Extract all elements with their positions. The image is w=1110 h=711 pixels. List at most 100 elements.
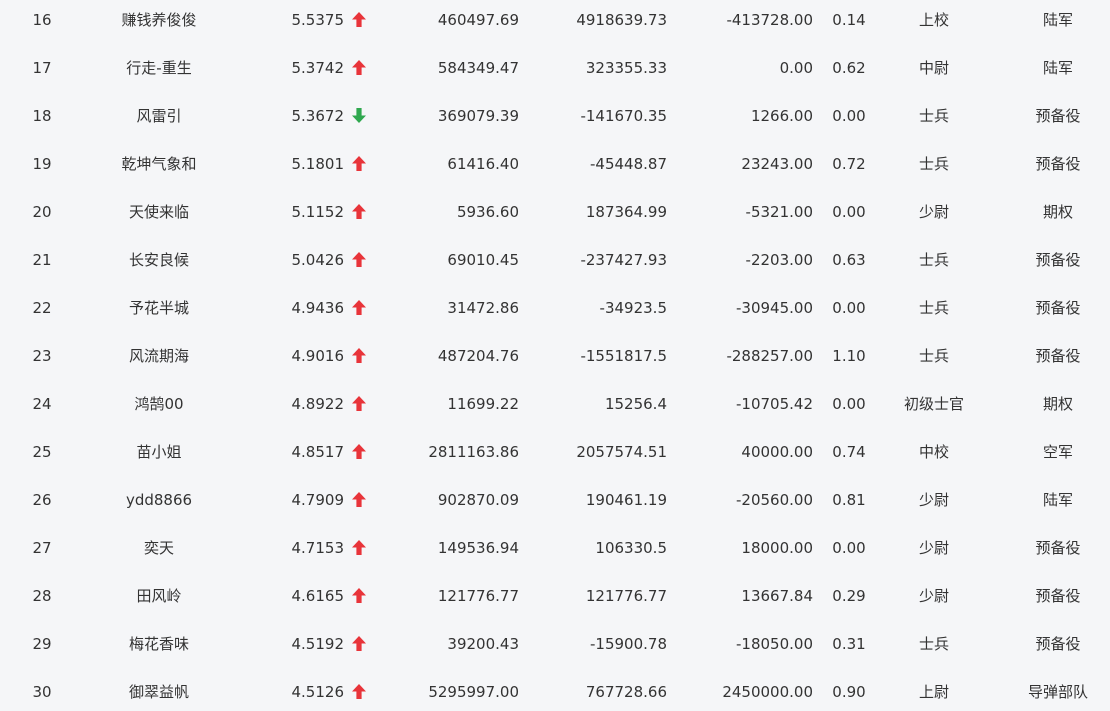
name-cell[interactable]: 风雷引 xyxy=(86,92,232,140)
score-cell: 5.1152 xyxy=(291,203,345,221)
military-rank-cell: 士兵 xyxy=(918,251,949,269)
branch-cell: 期权 xyxy=(1042,395,1073,413)
ratio-cell: 0.72 xyxy=(832,155,866,173)
arrow-down-icon xyxy=(352,92,374,140)
table-row[interactable]: 19 乾坤气象和 5.1801 61416.40 -45448.87 23243… xyxy=(0,140,1110,188)
ratio-cell: 0.00 xyxy=(832,203,866,221)
value-c-cell: -18050.00 xyxy=(736,635,813,653)
name-cell[interactable]: 田风岭 xyxy=(86,572,232,620)
value-a-cell: 902870.09 xyxy=(437,491,519,509)
table-row[interactable]: 24 鸿鹄00 4.8922 11699.22 15256.4 -10705.4… xyxy=(0,380,1110,428)
name-cell[interactable]: 御翠益帆 xyxy=(86,668,232,711)
ranking-table: 16 赚钱养俊俊 5.5375 460497.69 4918639.73 -41… xyxy=(0,0,1110,711)
name-cell[interactable]: 奕天 xyxy=(86,524,232,572)
value-c-cell: -288257.00 xyxy=(726,347,813,365)
value-b-cell: -1551817.5 xyxy=(580,347,667,365)
value-a-cell: 39200.43 xyxy=(447,635,519,653)
table-row[interactable]: 17 行走-重生 5.3742 584349.47 323355.33 0.00… xyxy=(0,44,1110,92)
table-row[interactable]: 27 奕天 4.7153 149536.94 106330.5 18000.00… xyxy=(0,524,1110,572)
military-rank-cell: 少尉 xyxy=(918,491,949,509)
score-cell: 4.6165 xyxy=(291,587,345,605)
arrow-up-icon xyxy=(352,428,374,476)
rank-cell: 23 xyxy=(32,347,52,365)
value-a-cell: 584349.47 xyxy=(437,59,519,77)
score-cell: 4.5192 xyxy=(291,635,345,653)
value-b-cell: -34923.5 xyxy=(599,299,667,317)
name-cell[interactable]: 天使来临 xyxy=(86,188,232,236)
value-a-cell: 61416.40 xyxy=(447,155,519,173)
military-rank-cell: 士兵 xyxy=(918,347,949,365)
value-c-cell: -413728.00 xyxy=(726,11,813,29)
branch-cell: 预备役 xyxy=(1035,299,1081,317)
arrow-up-icon xyxy=(352,572,374,620)
rank-cell: 27 xyxy=(32,539,52,557)
value-b-cell: -237427.93 xyxy=(580,251,667,269)
value-b-cell: 15256.4 xyxy=(604,395,667,413)
name-cell[interactable]: 鸿鹄00 xyxy=(86,380,232,428)
arrow-up-icon xyxy=(352,284,374,332)
rank-cell: 22 xyxy=(32,299,52,317)
value-b-cell: 106330.5 xyxy=(595,539,667,557)
ratio-cell: 0.00 xyxy=(832,107,866,125)
table-row[interactable]: 30 御翠益帆 4.5126 5295997.00 767728.66 2450… xyxy=(0,668,1110,711)
score-cell: 4.8922 xyxy=(291,395,345,413)
name-cell[interactable]: 梅花香味 xyxy=(86,620,232,668)
table-row[interactable]: 26 ydd8866 4.7909 902870.09 190461.19 -2… xyxy=(0,476,1110,524)
score-cell: 5.1801 xyxy=(291,155,345,173)
value-a-cell: 69010.45 xyxy=(447,251,519,269)
name-cell[interactable]: 苗小姐 xyxy=(86,428,232,476)
value-b-cell: -141670.35 xyxy=(580,107,667,125)
value-a-cell: 369079.39 xyxy=(437,107,519,125)
branch-cell: 陆军 xyxy=(1042,11,1073,29)
ratio-cell: 0.31 xyxy=(832,635,866,653)
branch-cell: 陆军 xyxy=(1042,59,1073,77)
arrow-up-icon xyxy=(352,620,374,668)
score-cell: 4.7153 xyxy=(291,539,345,557)
value-c-cell: 2450000.00 xyxy=(722,683,813,701)
rank-cell: 24 xyxy=(32,395,52,413)
score-cell: 5.0426 xyxy=(291,251,345,269)
name-cell[interactable]: 予花半城 xyxy=(86,284,232,332)
name-cell[interactable]: ydd8866 xyxy=(86,476,232,524)
value-a-cell: 121776.77 xyxy=(437,587,519,605)
military-rank-cell: 士兵 xyxy=(918,299,949,317)
arrow-up-icon xyxy=(352,476,374,524)
name-cell[interactable]: 长安良候 xyxy=(86,236,232,284)
table-row[interactable]: 21 长安良候 5.0426 69010.45 -237427.93 -2203… xyxy=(0,236,1110,284)
name-cell[interactable]: 乾坤气象和 xyxy=(86,140,232,188)
table-row[interactable]: 28 田风岭 4.6165 121776.77 121776.77 13667.… xyxy=(0,572,1110,620)
table-row[interactable]: 20 天使来临 5.1152 5936.60 187364.99 -5321.0… xyxy=(0,188,1110,236)
name-cell[interactable]: 赚钱养俊俊 xyxy=(86,0,232,44)
table-row[interactable]: 25 苗小姐 4.8517 2811163.86 2057574.51 4000… xyxy=(0,428,1110,476)
table-row[interactable]: 23 风流期海 4.9016 487204.76 -1551817.5 -288… xyxy=(0,332,1110,380)
value-c-cell: 23243.00 xyxy=(741,155,813,173)
ratio-cell: 0.62 xyxy=(832,59,866,77)
table-row[interactable]: 18 风雷引 5.3672 369079.39 -141670.35 1266.… xyxy=(0,92,1110,140)
name-cell[interactable]: 风流期海 xyxy=(86,332,232,380)
rank-cell: 17 xyxy=(32,59,52,77)
rank-cell: 30 xyxy=(32,683,52,701)
value-c-cell: -20560.00 xyxy=(736,491,813,509)
ratio-cell: 1.10 xyxy=(832,347,866,365)
table-row[interactable]: 29 梅花香味 4.5192 39200.43 -15900.78 -18050… xyxy=(0,620,1110,668)
military-rank-cell: 初级士官 xyxy=(903,395,964,413)
value-c-cell: 18000.00 xyxy=(741,539,813,557)
rank-cell: 25 xyxy=(32,443,52,461)
value-b-cell: 4918639.73 xyxy=(576,11,667,29)
table-row[interactable]: 16 赚钱养俊俊 5.5375 460497.69 4918639.73 -41… xyxy=(0,0,1110,44)
table-row[interactable]: 22 予花半城 4.9436 31472.86 -34923.5 -30945.… xyxy=(0,284,1110,332)
score-cell: 5.3742 xyxy=(291,59,345,77)
score-cell: 4.9436 xyxy=(291,299,345,317)
ratio-cell: 0.74 xyxy=(832,443,866,461)
name-cell[interactable]: 行走-重生 xyxy=(86,44,232,92)
value-a-cell: 31472.86 xyxy=(447,299,519,317)
value-a-cell: 5936.60 xyxy=(456,203,519,221)
arrow-up-icon xyxy=(352,44,374,92)
branch-cell: 预备役 xyxy=(1035,155,1081,173)
value-c-cell: -5321.00 xyxy=(745,203,813,221)
military-rank-cell: 中校 xyxy=(918,443,949,461)
value-b-cell: 190461.19 xyxy=(585,491,667,509)
military-rank-cell: 中尉 xyxy=(918,59,949,77)
ratio-cell: 0.29 xyxy=(832,587,866,605)
value-a-cell: 460497.69 xyxy=(437,11,519,29)
